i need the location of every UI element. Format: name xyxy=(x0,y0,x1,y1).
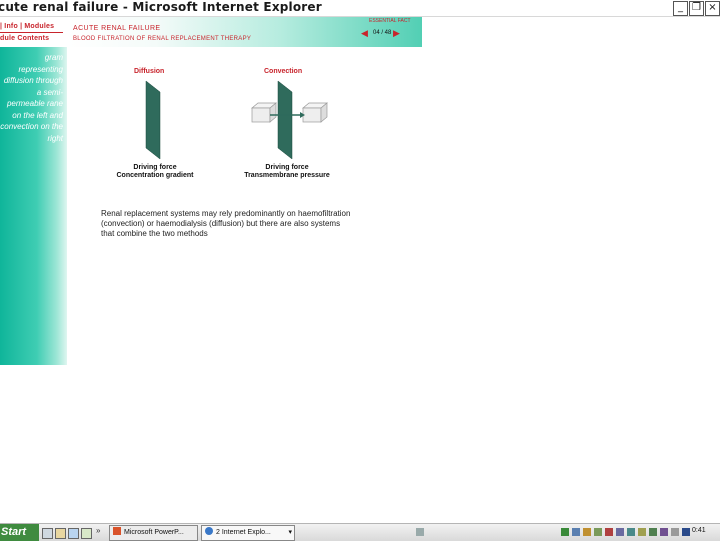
start-button[interactable]: Start xyxy=(0,524,39,541)
flow-arrow-icon xyxy=(300,112,305,118)
cube-right-icon xyxy=(302,102,328,123)
sidebar-nav: | Info | Modules dule Contents xyxy=(0,17,67,47)
explorer-icon[interactable] xyxy=(55,528,66,539)
taskbar-internet-explorer[interactable]: 2 Internet Explo... ▾ xyxy=(201,525,295,541)
diffusion-caption-line1: Driving force xyxy=(133,164,177,171)
tray-messenger-icon[interactable] xyxy=(660,528,668,536)
tray-security-icon[interactable] xyxy=(583,528,591,536)
nav-info-modules-link[interactable]: | Info | Modules xyxy=(0,23,54,30)
show-desktop-icon[interactable] xyxy=(42,528,53,539)
prev-page-icon[interactable]: ◀ xyxy=(361,28,368,39)
nav-module-contents-link[interactable]: dule Contents xyxy=(0,35,49,42)
minimize-button[interactable]: _ xyxy=(673,1,688,16)
powerpoint-icon xyxy=(113,527,121,535)
media-icon[interactable] xyxy=(81,528,92,539)
sidebar-description: gram representing diffusion through a se… xyxy=(0,53,63,143)
language-icon[interactable] xyxy=(416,528,424,536)
body-text: Renal replacement systems may rely predo… xyxy=(101,209,351,238)
close-button[interactable]: × xyxy=(705,1,720,16)
diffusion-caption-line2: Concentration gradient xyxy=(116,172,194,179)
taskbar-powerpoint[interactable]: Microsoft PowerP... xyxy=(109,525,198,541)
window-title-bar: cute renal failure - Microsoft Internet … xyxy=(0,0,720,17)
tray-usb-icon[interactable] xyxy=(638,528,646,536)
diffusion-caption: Driving force Concentration gradient xyxy=(105,164,205,180)
sidebar: | Info | Modules dule Contents gram repr… xyxy=(0,17,67,365)
group-dropdown-icon: ▾ xyxy=(288,529,292,536)
tray-display-icon[interactable] xyxy=(572,528,580,536)
convection-caption-line2: Transmembrane pressure xyxy=(244,172,330,179)
clock: 0:41 xyxy=(692,527,706,534)
convection-title: Convection xyxy=(264,68,303,75)
maximize-button[interactable]: ❐ xyxy=(689,1,704,16)
quicklaunch-chevron[interactable]: » xyxy=(96,526,100,535)
next-page-icon[interactable]: ▶ xyxy=(393,28,400,39)
tray-volume-icon[interactable] xyxy=(671,528,679,536)
tray-battery-icon[interactable] xyxy=(649,528,657,536)
tray-bluetooth-icon[interactable] xyxy=(616,528,624,536)
tray-wifi-icon[interactable] xyxy=(682,528,690,536)
module-title: Blood filtration of renal replacement th… xyxy=(73,36,252,42)
nav-divider xyxy=(0,32,63,33)
ie-quicklaunch-icon[interactable] xyxy=(68,528,79,539)
diffusion-title: Diffusion xyxy=(134,68,165,75)
window-title: cute renal failure - Microsoft Internet … xyxy=(0,0,322,14)
tray-network-icon[interactable] xyxy=(561,528,569,536)
essential-fact-link[interactable]: ESSENTIAL FACT xyxy=(369,18,411,24)
taskbar-ie-label: 2 Internet Explo... xyxy=(216,529,271,536)
diagram-graphic xyxy=(145,80,328,160)
taskbar-powerpoint-label: Microsoft PowerP... xyxy=(124,529,184,536)
ie-icon xyxy=(205,527,213,535)
tray-sync-icon[interactable] xyxy=(627,528,635,536)
tray-antivirus-icon[interactable] xyxy=(605,528,613,536)
course-title: Acute renal failure xyxy=(73,25,161,32)
convection-caption: Driving force Transmembrane pressure xyxy=(232,164,342,180)
page-counter: 04 / 48 xyxy=(373,30,392,36)
convection-membrane xyxy=(277,80,293,160)
convection-caption-line1: Driving force xyxy=(265,164,309,171)
content-header: Acute renal failure Blood filtration of … xyxy=(67,17,422,47)
taskbar: Start » Microsoft PowerP... 2 Internet E… xyxy=(0,523,720,541)
cube-left-icon xyxy=(251,102,277,123)
tray-update-icon[interactable] xyxy=(594,528,602,536)
diffusion-membrane xyxy=(145,80,161,160)
